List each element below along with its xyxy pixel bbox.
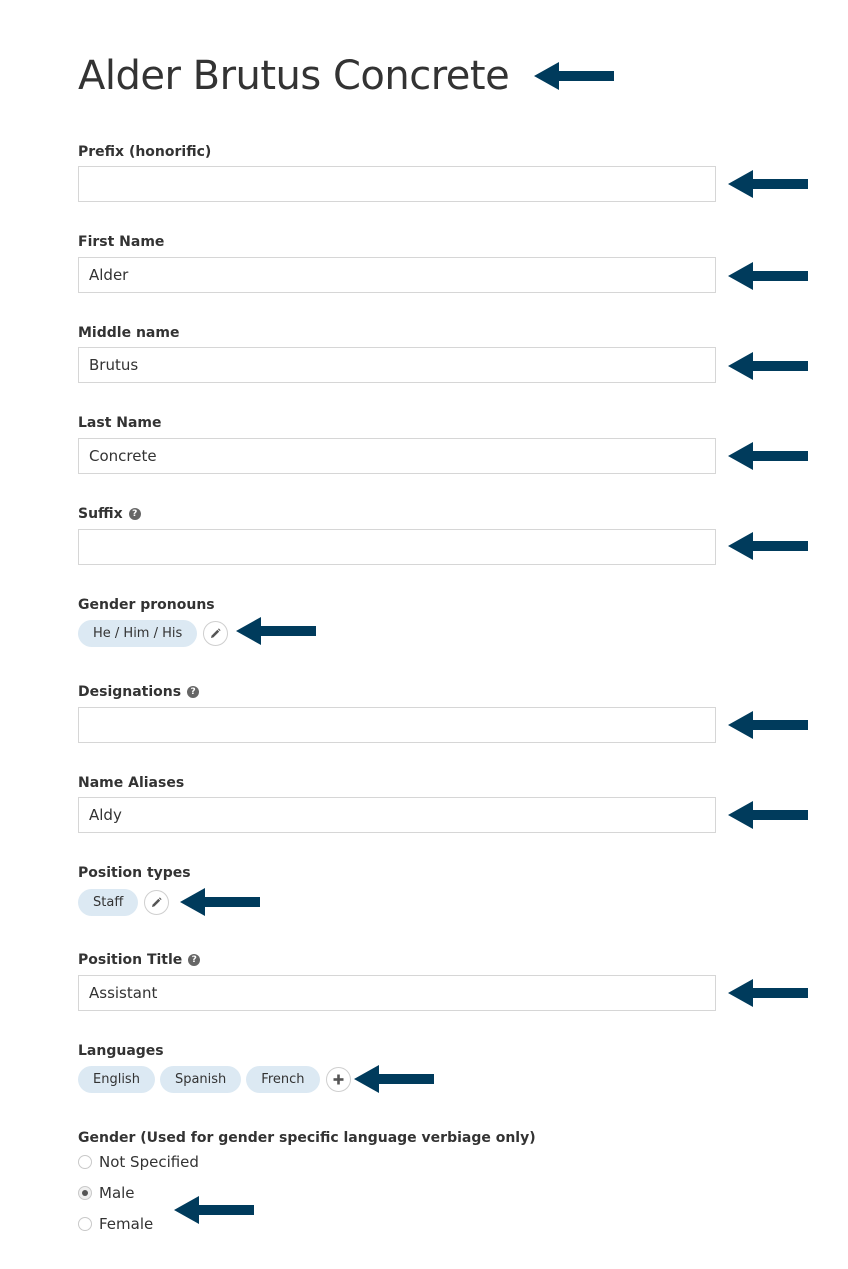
arrow-icon	[728, 352, 808, 380]
middle-name-label: Middle name	[78, 325, 180, 341]
arrow-icon	[534, 62, 614, 90]
first-name-label: First Name	[78, 234, 165, 250]
help-icon[interactable]: ?	[128, 508, 141, 520]
pencil-icon[interactable]	[144, 890, 170, 915]
arrow-icon	[728, 262, 808, 290]
suffix-input[interactable]	[78, 529, 716, 565]
prefix-label: Prefix (honorific)	[78, 144, 212, 160]
pencil-icon[interactable]	[203, 621, 229, 646]
languages-chips: English Spanish French	[78, 1066, 351, 1093]
gender-option-not-specified[interactable]: Not Specified	[78, 1153, 199, 1171]
last-name-input[interactable]	[78, 438, 716, 474]
radio-label: Male	[99, 1184, 135, 1202]
gender-option-female[interactable]: Female	[78, 1215, 153, 1233]
pronoun-chip: He / Him / His	[78, 620, 198, 647]
position-types-label: Position types	[78, 865, 191, 881]
help-icon[interactable]: ?	[188, 954, 201, 966]
prefix-input[interactable]	[78, 166, 716, 202]
gender-label: Gender (Used for gender specific languag…	[78, 1130, 536, 1146]
middle-name-input[interactable]	[78, 347, 716, 383]
radio-button-selected[interactable]	[78, 1186, 92, 1200]
page-title: Alder Brutus Concrete	[78, 53, 510, 99]
arrow-icon	[728, 979, 808, 1007]
last-name-label: Last Name	[78, 415, 162, 431]
gender-pronouns-chips: He / Him / His	[78, 620, 229, 647]
radio-label: Female	[99, 1215, 154, 1233]
name-aliases-label: Name Aliases	[78, 775, 185, 791]
language-chip: Spanish	[159, 1066, 242, 1093]
arrow-icon	[728, 442, 808, 470]
help-icon[interactable]: ?	[187, 686, 200, 698]
arrow-icon	[354, 1065, 434, 1093]
first-name-input[interactable]	[78, 257, 716, 293]
designations-input[interactable]	[78, 707, 716, 743]
designations-label: Designations?	[78, 683, 200, 701]
radio-button[interactable]	[78, 1217, 92, 1231]
position-type-chip: Staff	[78, 889, 139, 916]
arrow-icon	[728, 532, 808, 560]
language-chip: English	[78, 1066, 155, 1093]
name-aliases-input[interactable]	[78, 797, 716, 833]
arrow-icon	[728, 801, 808, 829]
arrow-icon	[728, 711, 808, 739]
gender-pronouns-label: Gender pronouns	[78, 597, 215, 613]
gender-option-male[interactable]: Male	[78, 1184, 135, 1202]
suffix-label: Suffix?	[78, 505, 141, 523]
languages-label: Languages	[78, 1043, 164, 1059]
arrow-icon	[180, 888, 260, 916]
plus-icon[interactable]	[325, 1067, 351, 1092]
position-title-input[interactable]	[78, 975, 716, 1011]
arrow-icon	[174, 1196, 254, 1224]
position-title-label: Position Title?	[78, 951, 201, 969]
radio-button[interactable]	[78, 1155, 92, 1169]
position-types-chips: Staff	[78, 889, 170, 916]
arrow-icon	[728, 170, 808, 198]
language-chip: French	[246, 1066, 320, 1093]
radio-label: Not Specified	[99, 1153, 199, 1171]
arrow-icon	[236, 617, 316, 645]
